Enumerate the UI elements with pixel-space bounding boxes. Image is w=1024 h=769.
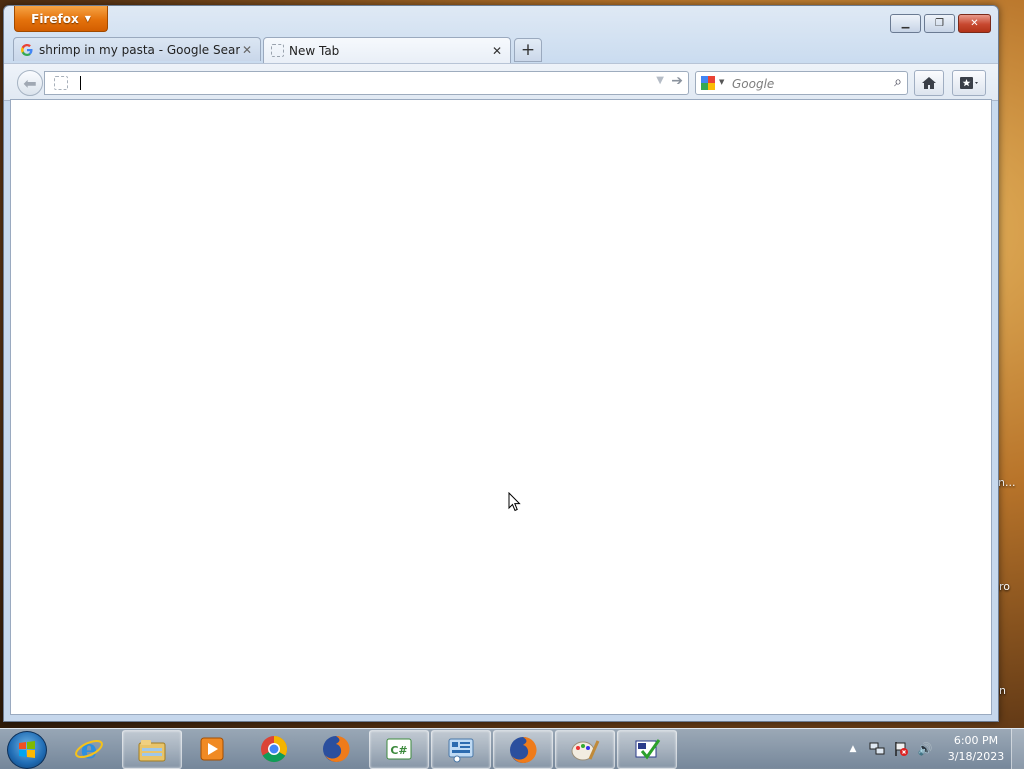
desktop-icon-label[interactable]: ro <box>999 580 1010 593</box>
network-icon[interactable] <box>868 740 886 758</box>
navigation-toolbar: ⬅ ▼ ➔ ▼ ⌕ <box>4 63 998 101</box>
maximize-button[interactable]: ❐ <box>924 14 955 33</box>
system-tray: ▲ 🔊 6:00 PM 3/18/2023 <box>841 729 1024 769</box>
minimize-icon: ▁ <box>901 18 910 29</box>
svg-text:C#: C# <box>390 744 407 757</box>
search-bar[interactable]: ▼ ⌕ <box>695 71 908 95</box>
minimize-button[interactable]: ▁ <box>890 14 921 33</box>
internet-explorer-icon[interactable]: e <box>60 730 118 767</box>
tab-title: New Tab <box>289 43 340 58</box>
engine-dropdown-icon[interactable]: ▼ <box>719 78 724 86</box>
taskbar: e C# ▲ 🔊 6:00 PM 3/18/2023 <box>0 728 1024 769</box>
home-button[interactable] <box>914 70 944 96</box>
firefox-window: Firefox ▼ ▁ ❐ ✕ shrimp in my pasta - Goo… <box>3 5 999 722</box>
close-tab-icon[interactable]: ✕ <box>240 43 254 57</box>
restore-icon: ❐ <box>935 18 944 29</box>
media-player-icon[interactable] <box>183 730 241 767</box>
url-bar[interactable]: ▼ ➔ <box>44 71 689 95</box>
tab-strip: shrimp in my pasta - Google Search ✕ New… <box>11 37 992 63</box>
window-controls: ▁ ❐ ✕ <box>890 14 991 33</box>
go-arrow-icon[interactable]: ➔ <box>671 73 683 89</box>
search-input[interactable] <box>730 74 884 93</box>
close-window-button[interactable]: ✕ <box>958 14 991 33</box>
google-engine-icon[interactable] <box>700 75 716 91</box>
close-tab-icon[interactable]: ✕ <box>490 44 504 58</box>
tab-google-search[interactable]: shrimp in my pasta - Google Search ✕ <box>13 37 261 61</box>
chrome-icon[interactable] <box>245 730 303 767</box>
plus-icon: + <box>520 40 536 60</box>
clock-date: 3/18/2023 <box>947 750 1005 763</box>
firefox-icon[interactable] <box>307 730 365 767</box>
show-desktop-button[interactable] <box>1011 729 1024 769</box>
windows-logo-icon <box>19 741 35 758</box>
url-input[interactable] <box>79 74 643 93</box>
tab-new-tab[interactable]: New Tab ✕ <box>263 37 511 63</box>
close-icon: ✕ <box>970 18 979 29</box>
clock-time: 6:00 PM <box>953 734 999 747</box>
firefox-menu-label: Firefox <box>31 11 79 26</box>
search-icon[interactable]: ⌕ <box>894 74 902 90</box>
control-panel-icon[interactable] <box>431 730 491 769</box>
tab-title: shrimp in my pasta - Google Search <box>39 42 240 57</box>
mouse-pointer-icon <box>508 492 521 512</box>
svg-text:e: e <box>81 735 98 764</box>
dropdown-caret-icon: ▼ <box>84 14 91 23</box>
show-hidden-icons-icon[interactable]: ▲ <box>844 740 862 758</box>
history-dropdown-icon[interactable]: ▼ <box>656 75 664 86</box>
csharp-icon[interactable]: C# <box>369 730 429 769</box>
new-tab-button[interactable]: + <box>514 38 542 62</box>
start-button[interactable] <box>7 731 47 769</box>
google-g-icon <box>20 43 34 57</box>
volume-icon[interactable]: 🔊 <box>916 740 934 758</box>
bookmarks-star-icon <box>960 77 978 89</box>
blank-page-icon <box>270 44 284 58</box>
firefox-icon[interactable] <box>493 730 553 769</box>
bookmarks-button[interactable] <box>952 70 986 96</box>
tasks-icon[interactable] <box>617 730 677 769</box>
home-icon <box>922 77 936 89</box>
clock[interactable]: 6:00 PM 3/18/2023 <box>941 733 1011 765</box>
page-content-area[interactable] <box>10 99 992 715</box>
site-identity-icon[interactable] <box>54 76 68 90</box>
windows-explorer-icon[interactable] <box>122 730 182 769</box>
firefox-menu-button[interactable]: Firefox ▼ <box>14 6 108 32</box>
back-arrow-icon: ⬅ <box>23 73 37 93</box>
paint-icon[interactable] <box>555 730 615 769</box>
desktop-icon-label[interactable]: n <box>999 684 1006 697</box>
desktop-icon-label[interactable]: n... <box>998 476 1015 489</box>
text-caret <box>80 76 81 90</box>
back-button[interactable]: ⬅ <box>17 70 43 96</box>
action-center-flag-icon[interactable] <box>892 740 910 758</box>
